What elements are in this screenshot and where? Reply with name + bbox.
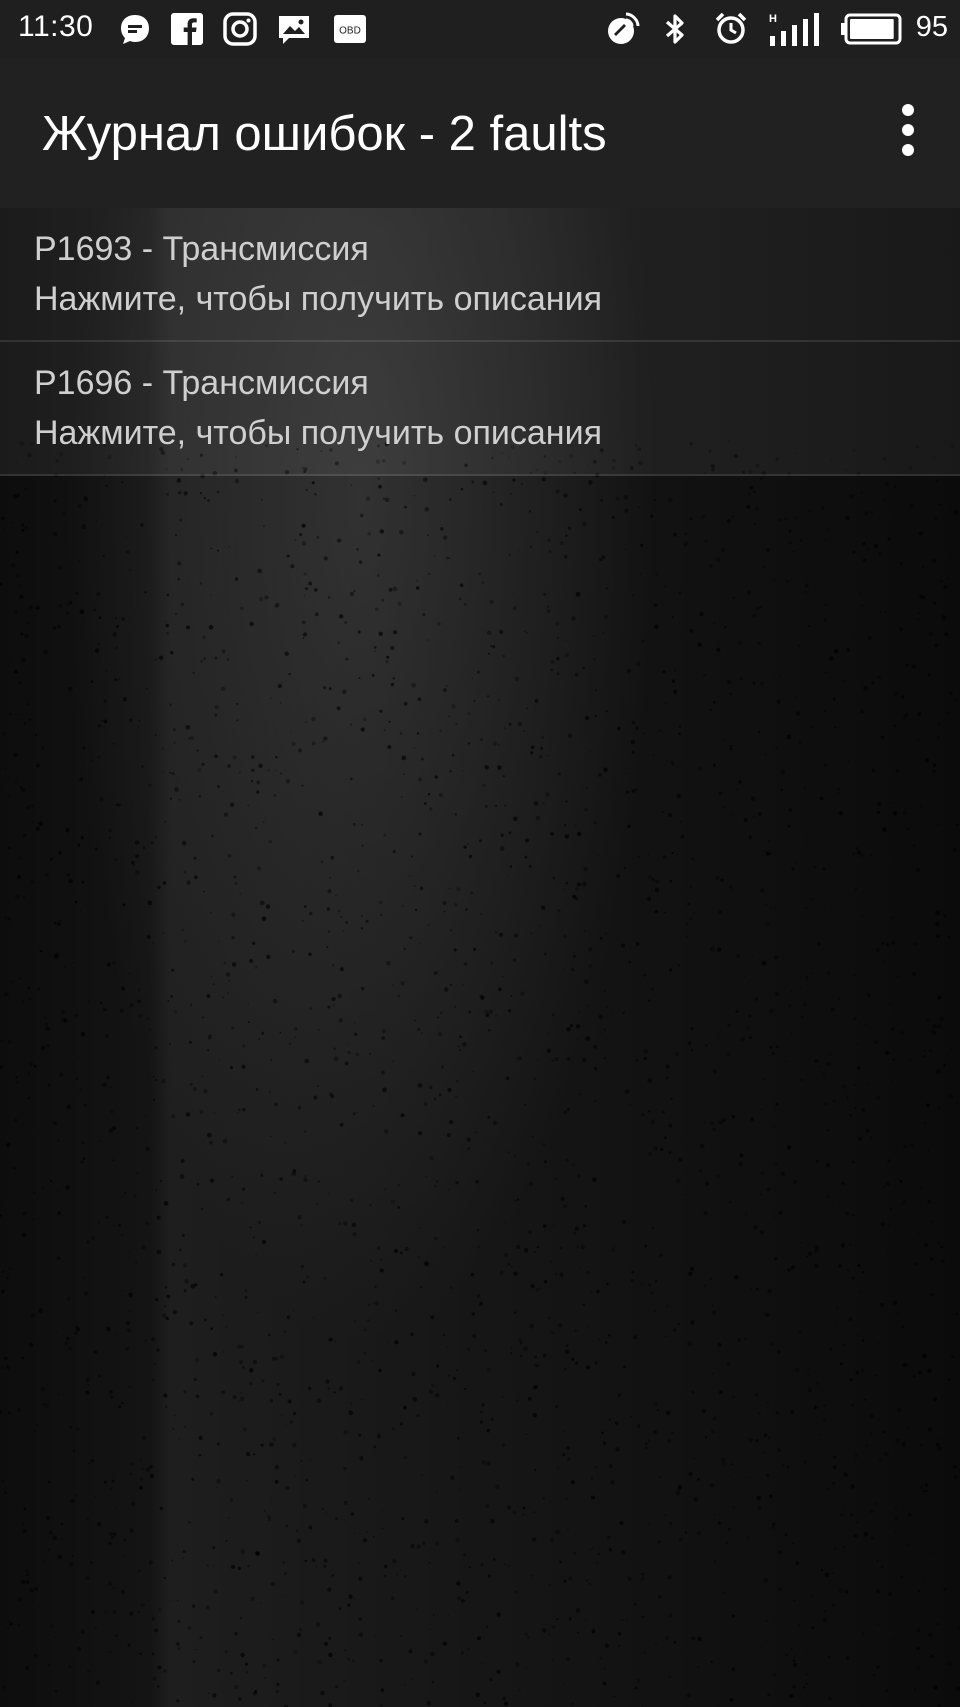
app-screen: 11:30 OBD H 95 Журнал ошибок - 2 faults … [0, 0, 960, 1707]
page-title: Журнал ошибок - 2 faults [42, 107, 607, 161]
alarm-icon [714, 12, 748, 46]
battery-percent: 95 [915, 11, 948, 43]
list-item-fault-p1696[interactable]: P1696 - Трансмиссия Нажмите, чтобы получ… [0, 342, 960, 476]
obd-icon-label: OBD [339, 26, 361, 37]
more-vert-dot [902, 124, 914, 136]
obd-icon: OBD [333, 12, 367, 46]
fault-code-title: P1693 - Трансмиссия [34, 230, 369, 268]
signal-icon: H [768, 12, 820, 46]
fault-hint: Нажмите, чтобы получить описания [34, 280, 602, 318]
more-vert-dot [902, 144, 914, 156]
fault-hint: Нажмите, чтобы получить описания [34, 414, 602, 452]
chat-bubble-icon [118, 12, 152, 46]
image-message-icon [277, 12, 311, 46]
status-time: 11:30 [18, 10, 94, 43]
more-vert-icon[interactable] [880, 98, 936, 162]
location-off-icon [606, 12, 640, 46]
bluetooth-icon [658, 12, 692, 46]
more-vert-dot [902, 104, 914, 116]
status-bar: 11:30 OBD H 95 [0, 0, 960, 58]
facebook-icon [170, 12, 204, 46]
battery-icon [840, 12, 902, 46]
signal-type-label: H [769, 13, 777, 25]
app-bar: Журнал ошибок - 2 faults [0, 58, 960, 208]
fault-list: P1693 - Трансмиссия Нажмите, чтобы получ… [0, 208, 960, 476]
instagram-icon [223, 12, 257, 46]
list-item-fault-p1693[interactable]: P1693 - Трансмиссия Нажмите, чтобы получ… [0, 208, 960, 342]
fault-code-title: P1696 - Трансмиссия [34, 364, 369, 402]
